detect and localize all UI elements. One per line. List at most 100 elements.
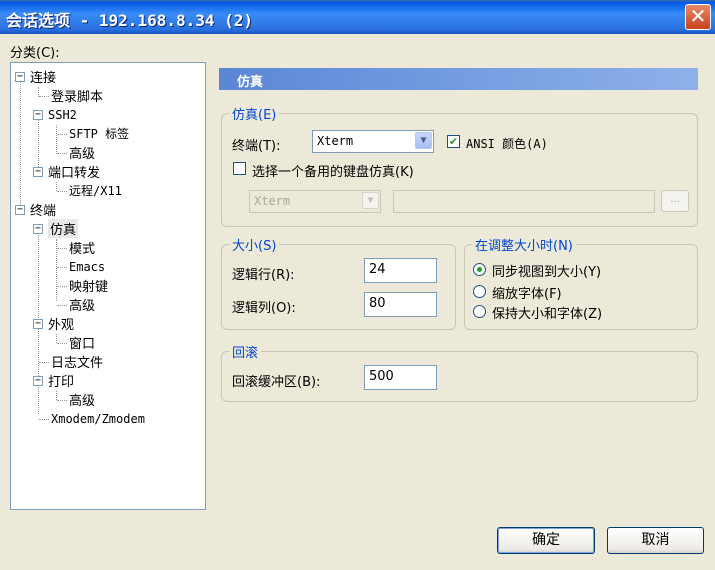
window-title: 会话选项 - 192.168.8.34 (2) — [6, 11, 254, 30]
tree-node-remote-x11[interactable]: 远程/X11 — [69, 181, 122, 200]
tree-guide — [57, 305, 67, 306]
alt-keyboard-select[interactable]: Xterm ▼ — [249, 190, 381, 213]
tree-node-window[interactable]: 窗口 — [69, 333, 95, 352]
check-icon: ✔ — [448, 135, 459, 148]
tree-node-label: 端口转发 — [48, 166, 101, 181]
tree-guide — [57, 134, 67, 135]
alt-keyboard-label[interactable]: 选择一个备用的键盘仿真(K) — [252, 161, 414, 180]
tree-node-connection[interactable]: − 连接 — [15, 67, 56, 86]
terminal-select[interactable]: Xterm ▼ — [312, 130, 434, 153]
tree-node-ssh2[interactable]: − SSH2 — [33, 105, 77, 124]
alt-keyboard-path-field[interactable] — [393, 190, 655, 213]
tree-node-emulation[interactable]: − 仿真 — [33, 219, 79, 238]
tree-node-logon-script[interactable]: 登录脚本 — [51, 86, 103, 105]
tree-node-label: 远程/X11 — [69, 184, 122, 198]
tree-node-label: 打印 — [48, 375, 75, 390]
tree-node-label: 外观 — [48, 318, 75, 333]
close-icon: ✕ — [689, 4, 707, 28]
logical-cols-label: 逻辑列(O): — [232, 301, 296, 316]
tree-node-terminal[interactable]: − 终端 — [15, 200, 56, 219]
tree-guide — [20, 77, 21, 213]
tree-node-emulation-advanced[interactable]: 高级 — [69, 295, 95, 314]
tree-node-label: Emacs — [69, 259, 106, 274]
tree-node-label: SFTP 标签 — [69, 127, 130, 141]
tree-node-label: 连接 — [30, 71, 57, 86]
tree-guide — [57, 400, 67, 401]
tree-node-label: Xmodem/Zmodem — [51, 411, 145, 426]
resize-option-label[interactable]: 同步视图到大小(Y) — [492, 261, 601, 280]
tree-guide — [57, 286, 67, 287]
tree-node-label: 终端 — [30, 204, 57, 219]
tree-node-label: 高级 — [69, 394, 96, 409]
logical-rows-field[interactable]: 24 — [364, 258, 437, 283]
collapse-icon[interactable]: − — [15, 71, 25, 82]
terminal-select-value: Xterm — [317, 134, 354, 148]
collapse-icon[interactable]: − — [33, 109, 43, 120]
title-bar: 会话选项 - 192.168.8.34 (2) ✕ — [0, 0, 715, 34]
chevron-down-icon[interactable]: ▼ — [362, 192, 379, 209]
collapse-icon[interactable]: − — [33, 166, 43, 177]
tree-guide — [39, 96, 49, 97]
tree-guide — [57, 343, 67, 344]
tree-node-label: 模式 — [69, 242, 96, 257]
tree-node-label: 高级 — [69, 147, 96, 162]
resize-option-scale-font[interactable] — [473, 285, 486, 298]
browse-button[interactable]: ... — [661, 190, 689, 212]
size-group-legend: 大小(S) — [229, 235, 280, 254]
ansi-color-checkbox[interactable]: ✔ — [447, 135, 460, 148]
resize-option-keep-size[interactable] — [473, 305, 486, 318]
tree-node-sftp-tab[interactable]: SFTP 标签 — [69, 124, 129, 143]
tree-guide — [57, 248, 67, 249]
resize-option-sync-view[interactable] — [473, 263, 486, 276]
tree-node-label: 窗口 — [69, 337, 96, 352]
size-group — [221, 244, 456, 330]
tree-node-label: 日志文件 — [51, 356, 104, 371]
scrollback-group-legend: 回滚 — [229, 342, 262, 361]
logical-rows-label: 逻辑行(R): — [232, 268, 295, 283]
alt-keyboard-checkbox[interactable] — [233, 162, 246, 175]
emulation-group-legend: 仿真(E) — [229, 104, 280, 123]
tree-guide — [57, 267, 67, 268]
tree-guide — [56, 125, 57, 154]
tree-guide — [56, 182, 57, 191]
panel-title: 仿真 — [219, 68, 698, 90]
cancel-button[interactable]: 取消 — [607, 527, 704, 554]
tree-guide — [57, 153, 67, 154]
logical-cols-field[interactable]: 80 — [364, 292, 437, 317]
tree-node-mapped-keys[interactable]: 映射键 — [69, 276, 108, 295]
tree-node-label: 高级 — [69, 299, 96, 314]
tree-node-ssh2-advanced[interactable]: 高级 — [69, 143, 95, 162]
tree-node-modes[interactable]: 模式 — [69, 238, 95, 257]
tree-guide — [56, 334, 57, 343]
tree-node-label: 映射键 — [69, 280, 109, 295]
tree-node-label: 登录脚本 — [51, 90, 104, 105]
collapse-icon[interactable]: − — [33, 223, 43, 234]
resize-option-label[interactable]: 缩放字体(F) — [492, 283, 562, 302]
tree-node-appearance[interactable]: − 外观 — [33, 314, 74, 333]
alt-keyboard-select-value: Xterm — [254, 194, 291, 208]
tree-node-xmodem-zmodem[interactable]: Xmodem/Zmodem — [51, 409, 145, 428]
category-label: 分类(C): — [10, 46, 60, 61]
collapse-icon[interactable]: − — [33, 318, 43, 329]
chevron-down-icon[interactable]: ▼ — [415, 132, 432, 149]
category-tree[interactable]: − 连接 登录脚本 − SSH2 SFTP 标签 高级 − 端口转发 远程/X1… — [10, 62, 206, 510]
tree-node-printing[interactable]: − 打印 — [33, 371, 74, 390]
tree-node-emacs[interactable]: Emacs — [69, 257, 105, 276]
collapse-icon[interactable]: − — [15, 204, 25, 215]
tree-guide — [56, 391, 57, 400]
tree-node-port-forwarding[interactable]: − 端口转发 — [33, 162, 100, 181]
collapse-icon[interactable]: − — [33, 375, 43, 386]
ok-button[interactable]: 确定 — [497, 527, 595, 554]
resize-group-legend: 在调整大小时(N) — [472, 235, 576, 254]
tree-node-printing-advanced[interactable]: 高级 — [69, 390, 95, 409]
terminal-label: 终端(T): — [232, 139, 281, 154]
ansi-color-label[interactable]: ANSI 颜色(A) — [466, 135, 548, 152]
scrollback-buffer-label: 回滚缓冲区(B): — [232, 375, 321, 390]
resize-option-label[interactable]: 保持大小和字体(Z) — [492, 303, 602, 322]
tree-node-log-file[interactable]: 日志文件 — [51, 352, 103, 371]
tree-guide — [39, 419, 49, 420]
tree-node-label: SSH2 — [48, 107, 77, 122]
close-button[interactable]: ✕ — [685, 4, 711, 30]
scrollback-buffer-field[interactable]: 500 — [364, 365, 437, 390]
tree-guide — [57, 191, 67, 192]
